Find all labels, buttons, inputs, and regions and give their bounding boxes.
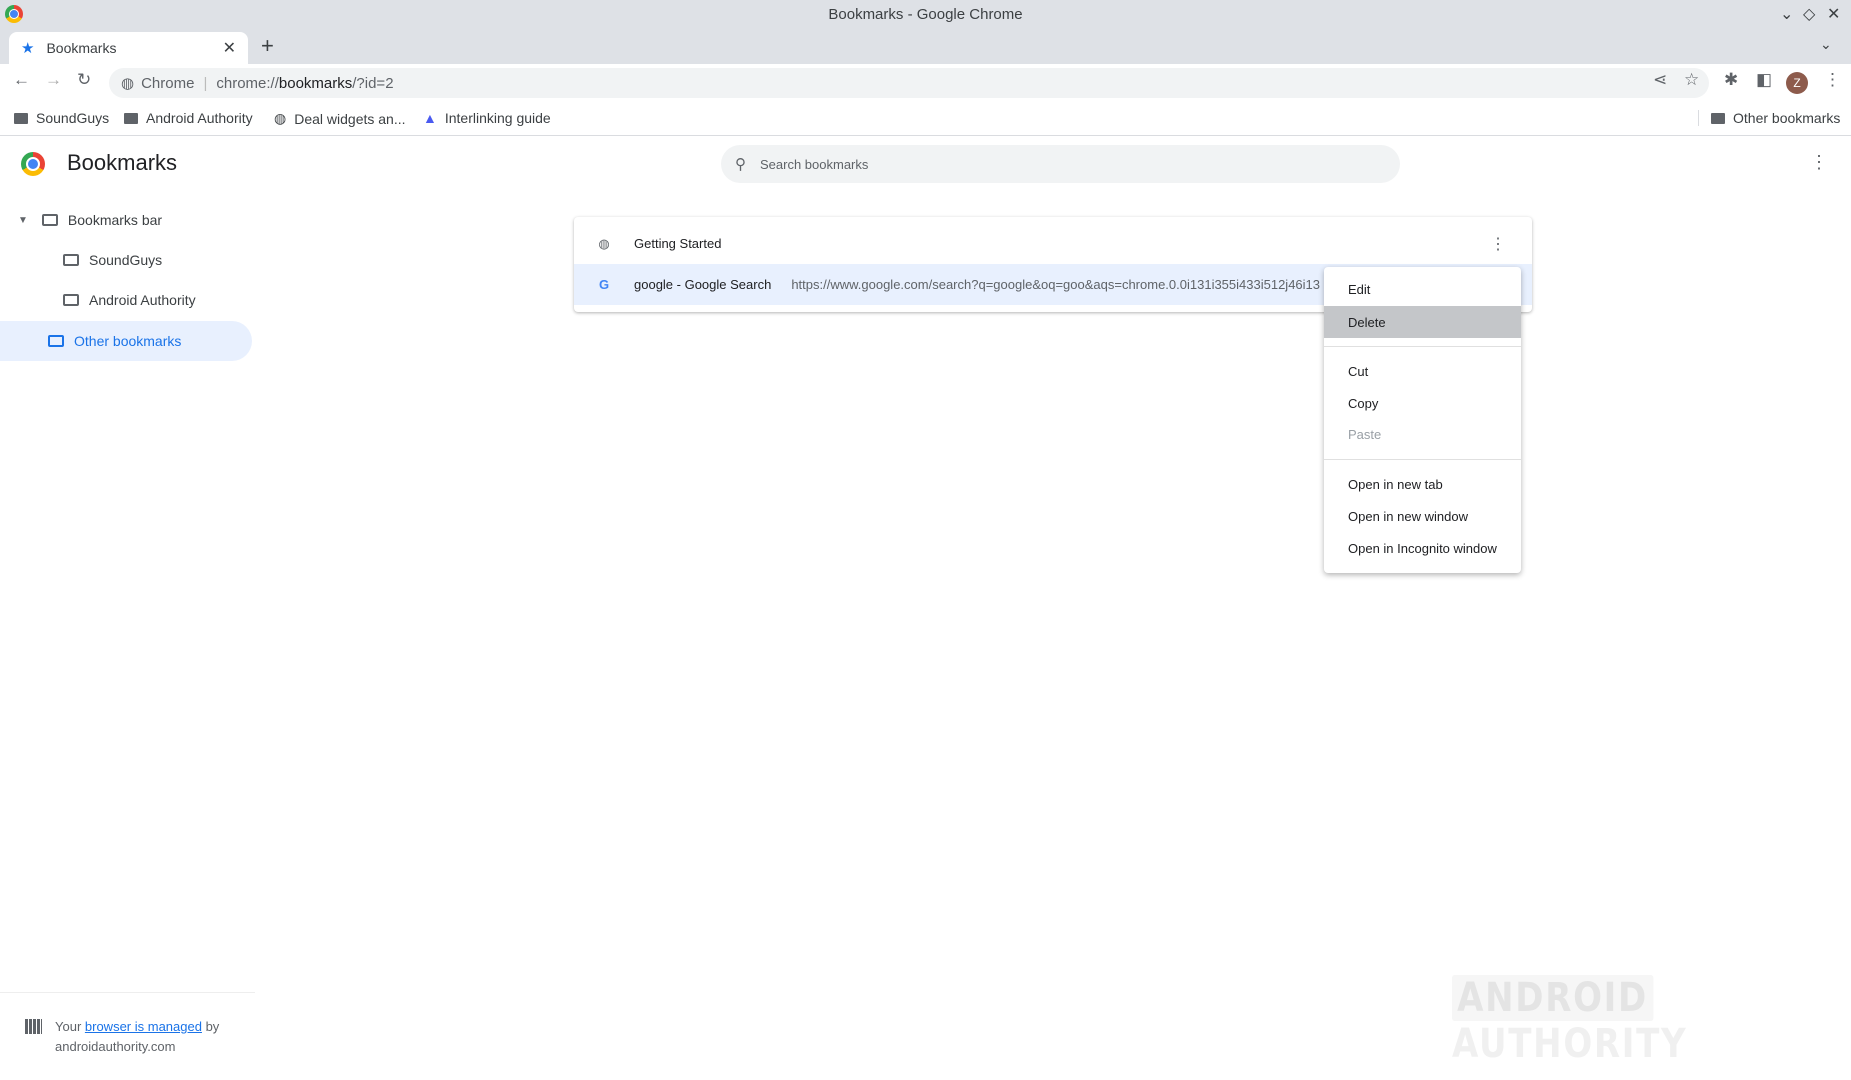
menu-item-paste: Paste	[1348, 426, 1382, 442]
new-tab-icon[interactable]: +	[261, 33, 274, 59]
divider: |	[203, 74, 208, 92]
minimize-icon[interactable]: ⌄	[1780, 4, 1793, 24]
bookmark-label: Android Authority	[146, 110, 253, 126]
page-title: Bookmarks	[67, 150, 178, 175]
bookmark-label: SoundGuys	[36, 110, 110, 126]
other-bookmarks-button[interactable]: Other bookmarks	[1698, 110, 1840, 126]
sidebar-divider	[0, 992, 255, 993]
window-title: Bookmarks - Google Chrome	[828, 6, 1023, 23]
browser-managed-link[interactable]: browser is managed	[85, 1019, 202, 1034]
address-bar[interactable]: ◍ Chrome | chrome://bookmarks/?id=2	[109, 68, 1709, 98]
sidebar-item-bookmarks-bar[interactable]: ▼ Bookmarks bar	[0, 200, 162, 240]
bookmark-interlinking-guide[interactable]: ▲ Interlinking guide	[423, 110, 551, 126]
maximize-icon[interactable]: ◇	[1803, 4, 1815, 24]
bookmark-deal-widgets[interactable]: ◍ Deal widgets an...	[274, 110, 406, 127]
building-icon	[25, 1019, 42, 1034]
context-menu: Edit Delete Cut Copy Paste Open in new t…	[1324, 267, 1521, 573]
watermark-left: ANDROID	[1452, 975, 1654, 1021]
menu-icon[interactable]: ⋮	[1824, 70, 1841, 90]
search-icon: ⚲	[735, 156, 746, 173]
forward-icon[interactable]: →	[45, 70, 62, 90]
globe-icon: ◍	[598, 235, 610, 251]
reload-icon[interactable]: ↻	[77, 70, 91, 90]
menu-item-open-new-window[interactable]: Open in new window	[1324, 500, 1521, 532]
tab-search-icon[interactable]: ⌄	[1820, 36, 1832, 53]
menu-item-cut[interactable]: Cut	[1324, 355, 1521, 387]
google-icon: G	[598, 277, 610, 292]
bookmark-label: Deal widgets an...	[294, 110, 406, 127]
bookmarks-bar: SoundGuys Android Authority ◍ Deal widget…	[0, 102, 1851, 136]
folder-icon	[1711, 112, 1725, 124]
sidebar-item-label: Other bookmarks	[74, 333, 182, 349]
close-window-icon[interactable]: ✕	[1827, 4, 1840, 24]
close-tab-icon[interactable]: ✕	[223, 38, 236, 58]
bookmark-title: Getting Started	[634, 236, 722, 251]
managed-prefix: Your	[55, 1019, 85, 1034]
sidebar-item-label: Android Authority	[89, 292, 196, 308]
menu-item-delete[interactable]: Delete	[1324, 306, 1521, 338]
list-item[interactable]: ◍ Getting Started ⋮	[574, 223, 1532, 264]
managed-domain: androidauthority.com	[55, 1039, 176, 1054]
tab-label: Bookmarks	[46, 40, 117, 56]
sidebar-item-label: SoundGuys	[89, 252, 163, 268]
more-actions-icon[interactable]: ⋮	[1490, 234, 1506, 254]
bookmark-label: Interlinking guide	[444, 110, 551, 126]
site-info-icon[interactable]: ◍	[121, 74, 134, 92]
menu-item-copy[interactable]: Copy	[1324, 387, 1521, 419]
bookmark-title: google - Google Search	[634, 277, 772, 292]
folder-icon	[124, 112, 138, 124]
sidebar-item-soundguys[interactable]: SoundGuys	[0, 240, 162, 280]
chip-label: Chrome	[141, 74, 195, 92]
menu-item-open-incognito[interactable]: Open in Incognito window	[1324, 532, 1521, 564]
bookmark-label: Other bookmarks	[1733, 110, 1841, 126]
more-options-icon[interactable]: ⋮	[1810, 152, 1828, 173]
star-icon: ★	[21, 40, 35, 57]
watermark-right: AUTHORITY	[1452, 1021, 1688, 1067]
sidebar-item-android-authority[interactable]: Android Authority	[0, 280, 196, 320]
chrome-logo-icon	[21, 152, 45, 176]
search-input[interactable]: ⚲ Search bookmarks	[721, 145, 1400, 183]
url-prefix: chrome://	[216, 74, 279, 92]
folder-icon	[14, 112, 28, 124]
menu-item-edit[interactable]: Edit	[1324, 273, 1521, 305]
managed-suffix: by	[201, 1019, 220, 1034]
tab-bookmarks[interactable]: ★ Bookmarks ✕	[9, 32, 248, 64]
watermark-logo: ANDROID AUTHORITY	[1452, 975, 1791, 1067]
bookmark-soundguys[interactable]: SoundGuys	[14, 110, 109, 126]
bookmark-url: https://www.google.com/search?q=google&o…	[791, 277, 1320, 292]
menu-item-open-new-tab[interactable]: Open in new tab	[1324, 468, 1521, 500]
triangle-icon: ▲	[423, 110, 437, 126]
folder-icon	[63, 254, 79, 266]
url-host: bookmarks	[278, 74, 353, 92]
sidebar-item-other-bookmarks[interactable]: Other bookmarks	[0, 321, 252, 361]
url-suffix: /?id=2	[352, 74, 394, 92]
search-placeholder: Search bookmarks	[760, 156, 869, 172]
managed-notice: Your browser is managed by androidauthor…	[55, 1017, 219, 1057]
profile-avatar[interactable]: Z	[1786, 72, 1808, 94]
back-icon[interactable]: ←	[13, 70, 30, 90]
folder-icon	[63, 294, 79, 306]
menu-separator	[1324, 346, 1521, 347]
menu-separator	[1324, 459, 1521, 460]
extensions-icon[interactable]: ✱	[1724, 70, 1738, 90]
side-panel-icon[interactable]: ◧	[1756, 70, 1772, 90]
bookmark-star-icon[interactable]: ☆	[1684, 70, 1699, 90]
sidebar-item-label: Bookmarks bar	[67, 212, 163, 228]
folder-icon	[41, 214, 58, 226]
globe-icon: ◍	[274, 110, 287, 126]
share-icon[interactable]: ⋖	[1653, 70, 1667, 90]
bookmark-android-authority[interactable]: Android Authority	[124, 110, 253, 126]
expand-arrow-icon[interactable]: ▼	[18, 215, 28, 226]
folder-icon	[48, 335, 64, 347]
